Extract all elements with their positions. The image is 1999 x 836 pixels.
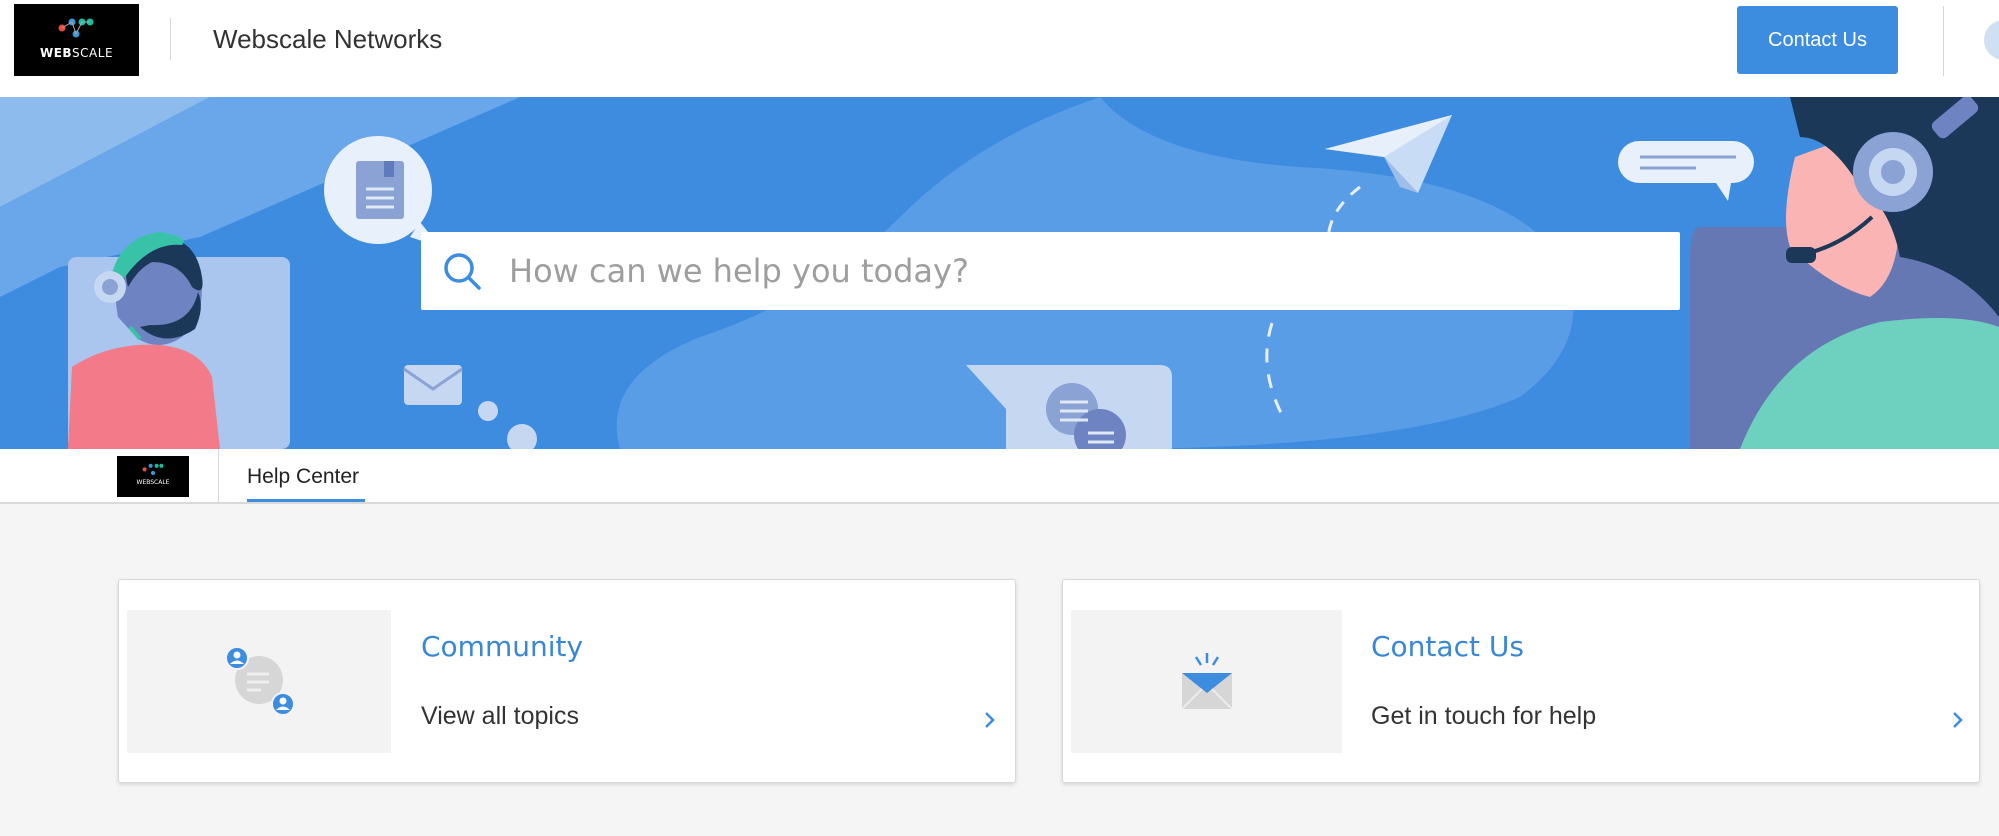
active-tab-indicator (247, 499, 365, 502)
community-card[interactable]: Community View all topics (118, 579, 1016, 783)
card-title[interactable]: Contact Us (1371, 630, 1524, 663)
card-title[interactable]: Community (421, 630, 583, 663)
subnav-divider (218, 449, 219, 502)
search-bar[interactable] (421, 232, 1680, 310)
card-thumbnail (127, 610, 391, 753)
community-icon (225, 645, 295, 716)
contact-us-button[interactable]: Contact Us (1737, 6, 1898, 74)
contact-us-card[interactable]: Contact Us Get in touch for help (1062, 579, 1980, 783)
header-divider-right (1943, 6, 1944, 76)
card-description: View all topics (421, 702, 579, 730)
top-header: WEBSCALE Webscale Networks Contact Us (0, 0, 1999, 97)
avatar[interactable] (1984, 20, 1999, 60)
logo-mark-icon (58, 18, 94, 38)
search-input[interactable] (509, 232, 1659, 310)
tab-help-center[interactable]: Help Center (247, 465, 359, 489)
chevron-right-icon[interactable] (1947, 710, 1967, 730)
hero-banner (0, 97, 1999, 449)
card-description: Get in touch for help (1371, 702, 1597, 730)
header-divider (170, 18, 171, 60)
chevron-right-icon[interactable] (979, 710, 999, 730)
help-center-nav: WEBSCALE Help Center (0, 449, 1999, 504)
subnav-logo[interactable]: WEBSCALE (117, 456, 189, 497)
card-thumbnail (1071, 610, 1342, 753)
site-name[interactable]: Webscale Networks (213, 24, 442, 55)
subnav-logo-text: WEBSCALE (136, 479, 170, 486)
search-icon (444, 253, 481, 290)
logo-text: WEBSCALE (39, 46, 114, 60)
logo-mark-icon (142, 463, 164, 476)
envelope-icon (1180, 652, 1233, 710)
site-logo[interactable]: WEBSCALE (14, 4, 139, 76)
